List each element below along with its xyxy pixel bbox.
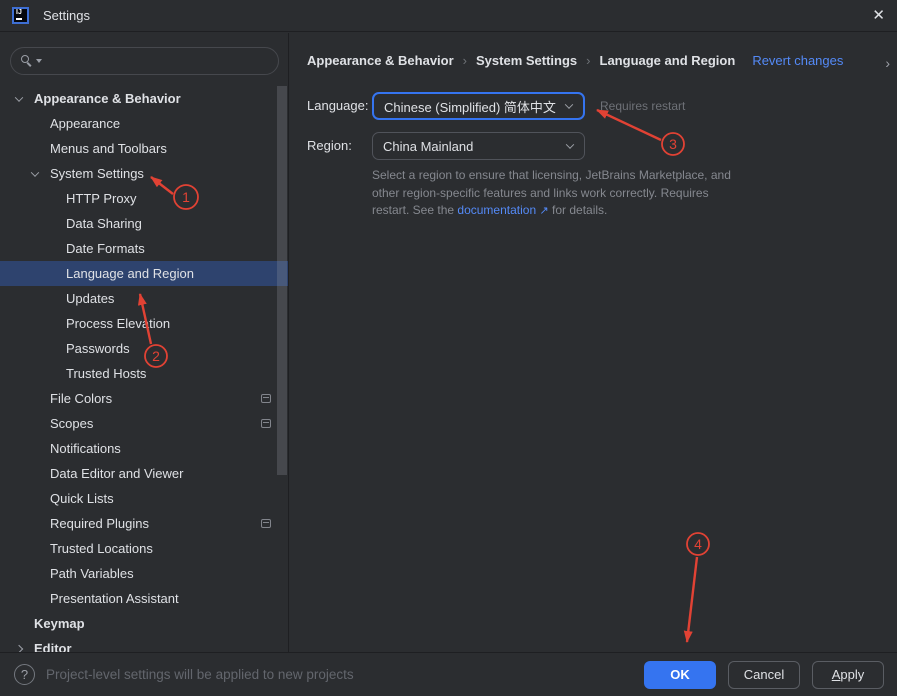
window-title: Settings <box>43 8 90 23</box>
sidebar-item-scopes[interactable]: Scopes <box>0 411 288 436</box>
logo-underscore <box>16 18 22 20</box>
sidebar-item-appearance[interactable]: Appearance <box>0 111 288 136</box>
settings-main-panel: Appearance & Behavior › System Settings … <box>290 33 897 652</box>
requires-restart-hint: Requires restart <box>600 99 685 113</box>
sidebar-item-label: Data Sharing <box>66 211 142 236</box>
breadcrumb: Appearance & Behavior › System Settings … <box>307 53 843 68</box>
sidebar-item-trusted-locations[interactable]: Trusted Locations <box>0 536 288 561</box>
sidebar-item-quick-lists[interactable]: Quick Lists <box>0 486 288 511</box>
sidebar-item-label: Data Editor and Viewer <box>50 461 183 486</box>
sidebar-item-label: Date Formats <box>66 236 145 261</box>
sidebar-item-menus-and-toolbars[interactable]: Menus and Toolbars <box>0 136 288 161</box>
region-description: Select a region to ensure that licensing… <box>372 167 752 221</box>
breadcrumb-appearance-behavior[interactable]: Appearance & Behavior <box>307 53 454 68</box>
sidebar-item-system-settings[interactable]: System Settings <box>0 161 288 186</box>
chevron-down-icon <box>565 100 573 108</box>
sidebar-item-language-and-region[interactable]: Language and Region <box>0 261 288 286</box>
breadcrumb-system-settings[interactable]: System Settings <box>476 53 577 68</box>
sidebar-item-label: Editor <box>34 636 72 652</box>
sidebar-item-label: HTTP Proxy <box>66 186 137 211</box>
sidebar-item-label: Appearance & Behavior <box>34 86 181 111</box>
sidebar-item-label: Quick Lists <box>50 486 114 511</box>
sidebar-item-label: Notifications <box>50 436 121 461</box>
project-settings-icon <box>261 519 271 528</box>
settings-sidebar: Appearance & Behavior Appearance Menus a… <box>0 33 289 652</box>
sidebar-item-required-plugins[interactable]: Required Plugins <box>0 511 288 536</box>
language-dropdown-value: Chinese (Simplified) 简体中文 <box>384 97 556 116</box>
documentation-link[interactable]: documentation <box>457 203 536 217</box>
sidebar-item-passwords[interactable]: Passwords <box>0 336 288 361</box>
settings-tree: Appearance & Behavior Appearance Menus a… <box>0 86 288 652</box>
region-dropdown-value: China Mainland <box>383 139 473 154</box>
sidebar-item-label: Updates <box>66 286 114 311</box>
region-description-line1: Select a region to ensure that licensing… <box>372 167 752 185</box>
sidebar-scrollbar-thumb[interactable] <box>277 86 287 475</box>
sidebar-item-label: System Settings <box>50 161 144 186</box>
project-settings-icon <box>261 419 271 428</box>
sidebar-item-label: Language and Region <box>66 261 194 286</box>
search-icon[interactable] <box>20 54 35 69</box>
close-icon[interactable]: ✕ <box>872 8 885 23</box>
sidebar-item-label: Process Elevation <box>66 311 170 336</box>
sidebar-item-label: Appearance <box>50 111 120 136</box>
region-description-line3: restart. See the documentation ↗ for det… <box>372 202 752 221</box>
dialog-buttons: OK Cancel Apply <box>644 661 884 689</box>
footer-hint: Project-level settings will be applied t… <box>46 667 354 682</box>
sidebar-item-label: Scopes <box>50 411 93 436</box>
sidebar-item-label: Passwords <box>66 336 130 361</box>
intellij-logo-icon: IJ <box>12 7 29 24</box>
settings-search-box[interactable] <box>10 47 279 75</box>
sidebar-item-keymap[interactable]: Keymap <box>0 611 288 636</box>
sidebar-item-data-sharing[interactable]: Data Sharing <box>0 211 288 236</box>
help-icon[interactable]: ? <box>14 664 35 685</box>
apply-button[interactable]: Apply <box>812 661 884 689</box>
sidebar-item-label: Trusted Hosts <box>66 361 146 386</box>
settings-dialog: IJ Settings ✕ Appearance & Behavior Appe… <box>0 0 897 696</box>
dialog-footer: ? Project-level settings will be applied… <box>0 652 897 696</box>
breadcrumb-separator: › <box>463 53 467 68</box>
sidebar-item-date-formats[interactable]: Date Formats <box>0 236 288 261</box>
search-input[interactable] <box>48 53 269 70</box>
sidebar-item-process-elevation[interactable]: Process Elevation <box>0 311 288 336</box>
sidebar-item-presentation-assistant[interactable]: Presentation Assistant <box>0 586 288 611</box>
search-history-chevron-icon[interactable] <box>36 59 42 63</box>
sidebar-item-trusted-hosts[interactable]: Trusted Hosts <box>0 361 288 386</box>
sidebar-item-data-editor-and-viewer[interactable]: Data Editor and Viewer <box>0 461 288 486</box>
revert-changes-link[interactable]: Revert changes <box>752 53 843 68</box>
ok-button[interactable]: OK <box>644 661 716 689</box>
title-bar: IJ Settings ✕ <box>0 0 897 32</box>
language-label: Language: <box>307 98 368 113</box>
region-label: Region: <box>307 138 352 153</box>
sidebar-item-label: Path Variables <box>50 561 134 586</box>
sidebar-item-label: Presentation Assistant <box>50 586 179 611</box>
chevron-right-icon[interactable] <box>15 644 23 652</box>
sidebar-item-http-proxy[interactable]: HTTP Proxy <box>0 186 288 211</box>
breadcrumb-language-and-region: Language and Region <box>600 53 736 68</box>
sidebar-item-editor[interactable]: Editor <box>0 636 288 652</box>
language-dropdown[interactable]: Chinese (Simplified) 简体中文 <box>372 92 585 120</box>
region-description-line2: other region-specific features and links… <box>372 185 752 203</box>
region-dropdown[interactable]: China Mainland <box>372 132 585 160</box>
sidebar-item-label: Trusted Locations <box>50 536 153 561</box>
sidebar-item-path-variables[interactable]: Path Variables <box>0 561 288 586</box>
chevron-right-icon[interactable]: › <box>885 55 890 71</box>
breadcrumb-separator: › <box>586 53 590 68</box>
sidebar-item-file-colors[interactable]: File Colors <box>0 386 288 411</box>
sidebar-item-updates[interactable]: Updates <box>0 286 288 311</box>
project-settings-icon <box>261 394 271 403</box>
chevron-down-icon[interactable] <box>15 93 23 101</box>
sidebar-item-appearance-behavior[interactable]: Appearance & Behavior <box>0 86 288 111</box>
sidebar-item-notifications[interactable]: Notifications <box>0 436 288 461</box>
logo-text: IJ <box>16 9 22 16</box>
sidebar-item-label: Keymap <box>34 611 85 636</box>
sidebar-item-label: File Colors <box>50 386 112 411</box>
sidebar-item-label: Required Plugins <box>50 511 149 536</box>
chevron-down-icon[interactable] <box>31 168 39 176</box>
external-link-icon: ↗ <box>539 205 548 217</box>
chevron-down-icon <box>566 140 574 148</box>
sidebar-item-label: Menus and Toolbars <box>50 136 167 161</box>
cancel-button[interactable]: Cancel <box>728 661 800 689</box>
